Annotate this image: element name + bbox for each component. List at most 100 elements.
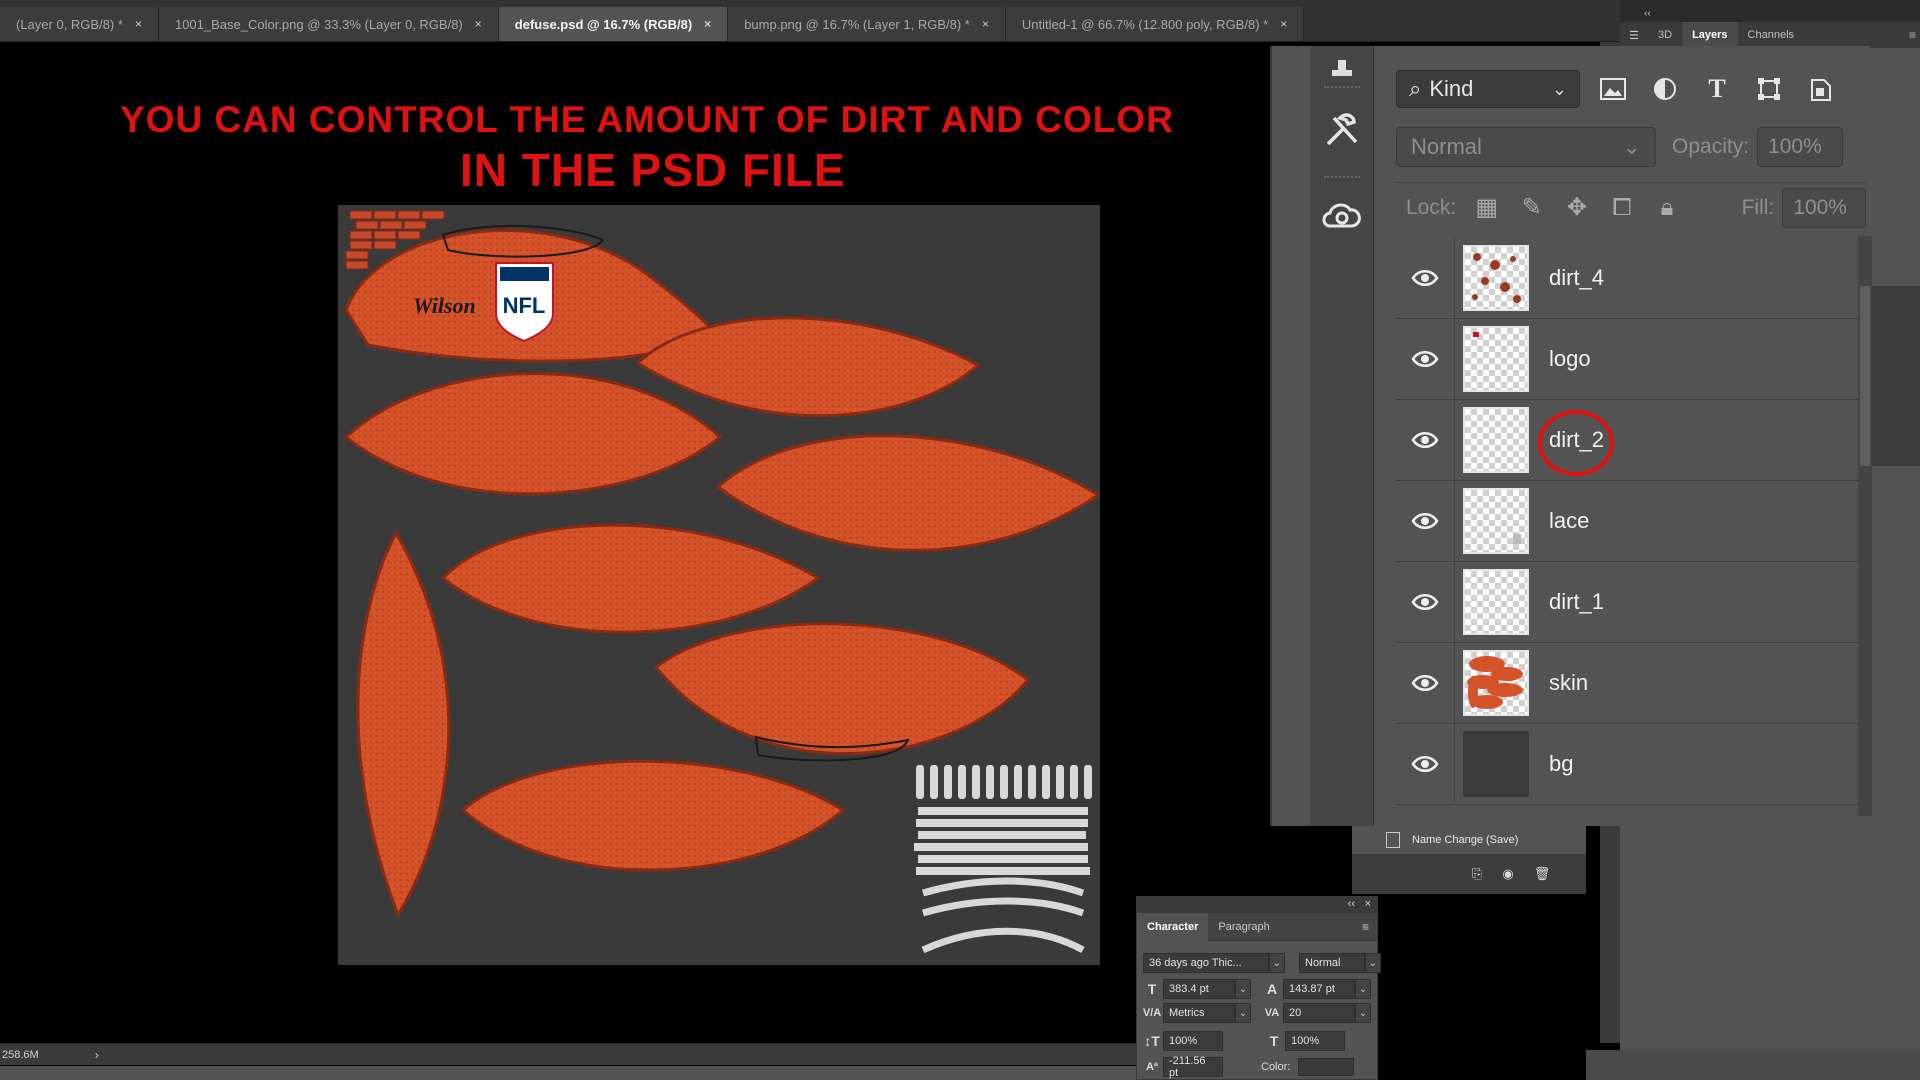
panel-menu-icon[interactable]: ≡ [1909, 28, 1916, 42]
doc-tab-untitled[interactable]: Untitled-1 @ 66.7% (12.800 poly, RGB/8) … [1005, 7, 1305, 41]
opacity-field[interactable]: 100% [1757, 127, 1844, 167]
scrollbar-thumb[interactable] [1860, 286, 1870, 466]
lock-position-move-icon[interactable]: ✥ [1562, 193, 1591, 223]
photoshop-window: (Layer 0, RGB/8) * × 1001_Base_Color.png … [0, 0, 1920, 1080]
layer-row[interactable]: logo [1396, 318, 1866, 400]
divider [1454, 318, 1455, 400]
blend-mode-select[interactable]: Normal ⌄ [1396, 127, 1656, 167]
shape-filter-icon[interactable] [1750, 70, 1788, 108]
lace-arcs [921, 877, 1085, 954]
tab-paragraph[interactable]: Paragraph [1208, 913, 1279, 941]
layers-scrollbar[interactable] [1858, 236, 1872, 816]
pixel-filter-icon[interactable] [1594, 70, 1632, 108]
eye-icon[interactable] [1396, 512, 1454, 530]
kerning-field[interactable]: Metrics [1163, 1003, 1235, 1023]
leather-panel [440, 523, 821, 634]
tab-character[interactable]: Character [1137, 912, 1209, 941]
font-style-field[interactable]: Normal [1299, 953, 1365, 973]
layer-row[interactable]: bg [1396, 723, 1866, 805]
wilson-logo: Wilson [413, 293, 476, 318]
eye-icon[interactable] [1396, 269, 1454, 287]
history-state-row[interactable]: Name Change (Save) [1352, 826, 1586, 854]
tab-3d[interactable]: 3D [1648, 22, 1682, 48]
lock-image-brush-icon[interactable]: ✎ [1517, 193, 1546, 223]
layer-row[interactable]: dirt_1 [1396, 561, 1866, 643]
headline-line-1: YOU CAN CONTROL THE AMOUNT OF DIRT AND C… [120, 99, 1174, 140]
font-size-field[interactable]: 383.4 pt [1163, 979, 1235, 999]
eye-icon[interactable] [1396, 593, 1454, 611]
search-icon: ⌕ [1409, 76, 1422, 101]
close-icon[interactable]: × [1365, 898, 1371, 910]
layer-name: dirt_4 [1549, 265, 1605, 290]
layer-row[interactable]: dirt_2 [1396, 399, 1866, 481]
character-panel: ‹‹ × Character Paragraph ≡ 36 days ago T… [1136, 896, 1381, 1080]
blend-mode-value: Normal [1411, 134, 1482, 159]
creative-cloud-icon[interactable] [1318, 192, 1366, 240]
chevron-down-icon[interactable]: ⌄ [1235, 979, 1251, 999]
properties-icon[interactable]: ☰ [1620, 22, 1648, 48]
collapse-icon[interactable]: ‹‹ [1348, 898, 1355, 910]
font-family-field[interactable]: 36 days ago Thic... [1143, 953, 1269, 973]
filter-kind-select[interactable]: ⌕ Kind ⌄ [1396, 70, 1580, 108]
layer-row[interactable]: lace [1396, 480, 1866, 562]
close-icon[interactable]: × [135, 17, 142, 31]
new-document-from-state-icon[interactable]: ⎘ [1472, 866, 1482, 882]
doc-tab-defuse[interactable]: defuse.psd @ 16.7% (RGB/8) × [498, 7, 729, 41]
canvas-horizontal-scrollbar[interactable] [0, 1066, 1136, 1080]
leather-panel [635, 316, 981, 418]
chevron-down-icon[interactable]: ⌄ [1365, 953, 1381, 973]
horizontal-scale-field[interactable]: 100% [1285, 1031, 1345, 1051]
doc-tab-base-color[interactable]: 1001_Base_Color.png @ 33.3% (Layer 0, RG… [158, 7, 499, 41]
layer-row[interactable]: dirt_4 [1396, 237, 1866, 319]
bottom-right-panel-bar [1586, 1050, 1920, 1080]
adjustment-filter-icon[interactable] [1646, 70, 1684, 108]
camera-snapshot-icon[interactable]: ◉ [1502, 866, 1513, 882]
panel-grip[interactable] [1324, 176, 1360, 182]
lock-label: Lock: [1406, 195, 1457, 219]
trash-icon[interactable]: 🗑︎ [1534, 866, 1551, 882]
vertical-scale-field[interactable]: 100% [1163, 1031, 1223, 1051]
lock-artboard-icon[interactable]: ⧠ [1607, 193, 1636, 223]
status-menu-arrow[interactable]: › [95, 1048, 99, 1062]
lock-all-icon[interactable]: 🔒︎ [1653, 193, 1682, 223]
close-icon[interactable]: × [704, 17, 711, 31]
doc-tab-bump[interactable]: bump.png @ 16.7% (Layer 1, RGB/8) * × [728, 7, 1006, 41]
font-row: 36 days ago Thic... ⌄ Normal ⌄ [1143, 953, 1381, 973]
tab-layers[interactable]: Layers [1682, 22, 1738, 48]
collapse-panels-icon[interactable]: ‹‹ [1644, 8, 1651, 19]
lock-transparent-icon[interactable]: ▦ [1472, 193, 1501, 223]
vertical-scale-icon: ↕T [1144, 1033, 1160, 1049]
eye-icon[interactable] [1396, 755, 1454, 773]
tab-channels[interactable]: Channels [1738, 22, 1804, 48]
chevron-down-icon[interactable]: ⌄ [1355, 1003, 1371, 1023]
leading-field[interactable]: 143.87 pt [1283, 979, 1355, 999]
close-icon[interactable]: × [1280, 17, 1287, 31]
layer-thumbnail [1463, 488, 1529, 554]
document-canvas[interactable]: Wilson NFL [338, 205, 1100, 965]
tracking-field[interactable]: 20 [1283, 1003, 1355, 1023]
layer-row[interactable]: skin [1396, 642, 1866, 724]
type-filter-icon[interactable]: T [1698, 70, 1736, 108]
eye-icon[interactable] [1396, 674, 1454, 692]
doc-tab-label: Untitled-1 @ 66.7% (12.800 poly, RGB/8) … [1021, 16, 1269, 32]
doc-tab-layer0[interactable]: (Layer 0, RGB/8) * × [0, 7, 159, 41]
close-icon[interactable]: × [982, 17, 989, 31]
fill-field[interactable]: 100% [1782, 187, 1866, 228]
smart-object-filter-icon[interactable] [1802, 70, 1840, 108]
lock-row: Lock: ▦ ✎ ✥ ⧠ 🔒︎ Fill: 100% [1396, 182, 1866, 228]
eye-icon[interactable] [1396, 350, 1454, 368]
leather-panel [653, 622, 1031, 755]
eye-icon[interactable] [1396, 431, 1454, 449]
font-size-icon: T [1147, 981, 1157, 997]
layer-filter-row: ⌕ Kind ⌄ T [1396, 68, 1866, 110]
leather-panel [460, 759, 846, 872]
panel-grip[interactable] [1324, 86, 1360, 92]
chevron-down-icon[interactable]: ⌄ [1269, 953, 1285, 973]
baseline-shift-field[interactable]: -211.56 pt [1163, 1055, 1223, 1079]
color-swatch[interactable] [1298, 1058, 1355, 1076]
panel-menu-icon[interactable]: ≡ [1362, 920, 1369, 934]
tools-icon[interactable] [1318, 106, 1366, 154]
chevron-down-icon[interactable]: ⌄ [1355, 979, 1371, 999]
chevron-down-icon[interactable]: ⌄ [1235, 1003, 1251, 1023]
close-icon[interactable]: × [475, 17, 482, 31]
